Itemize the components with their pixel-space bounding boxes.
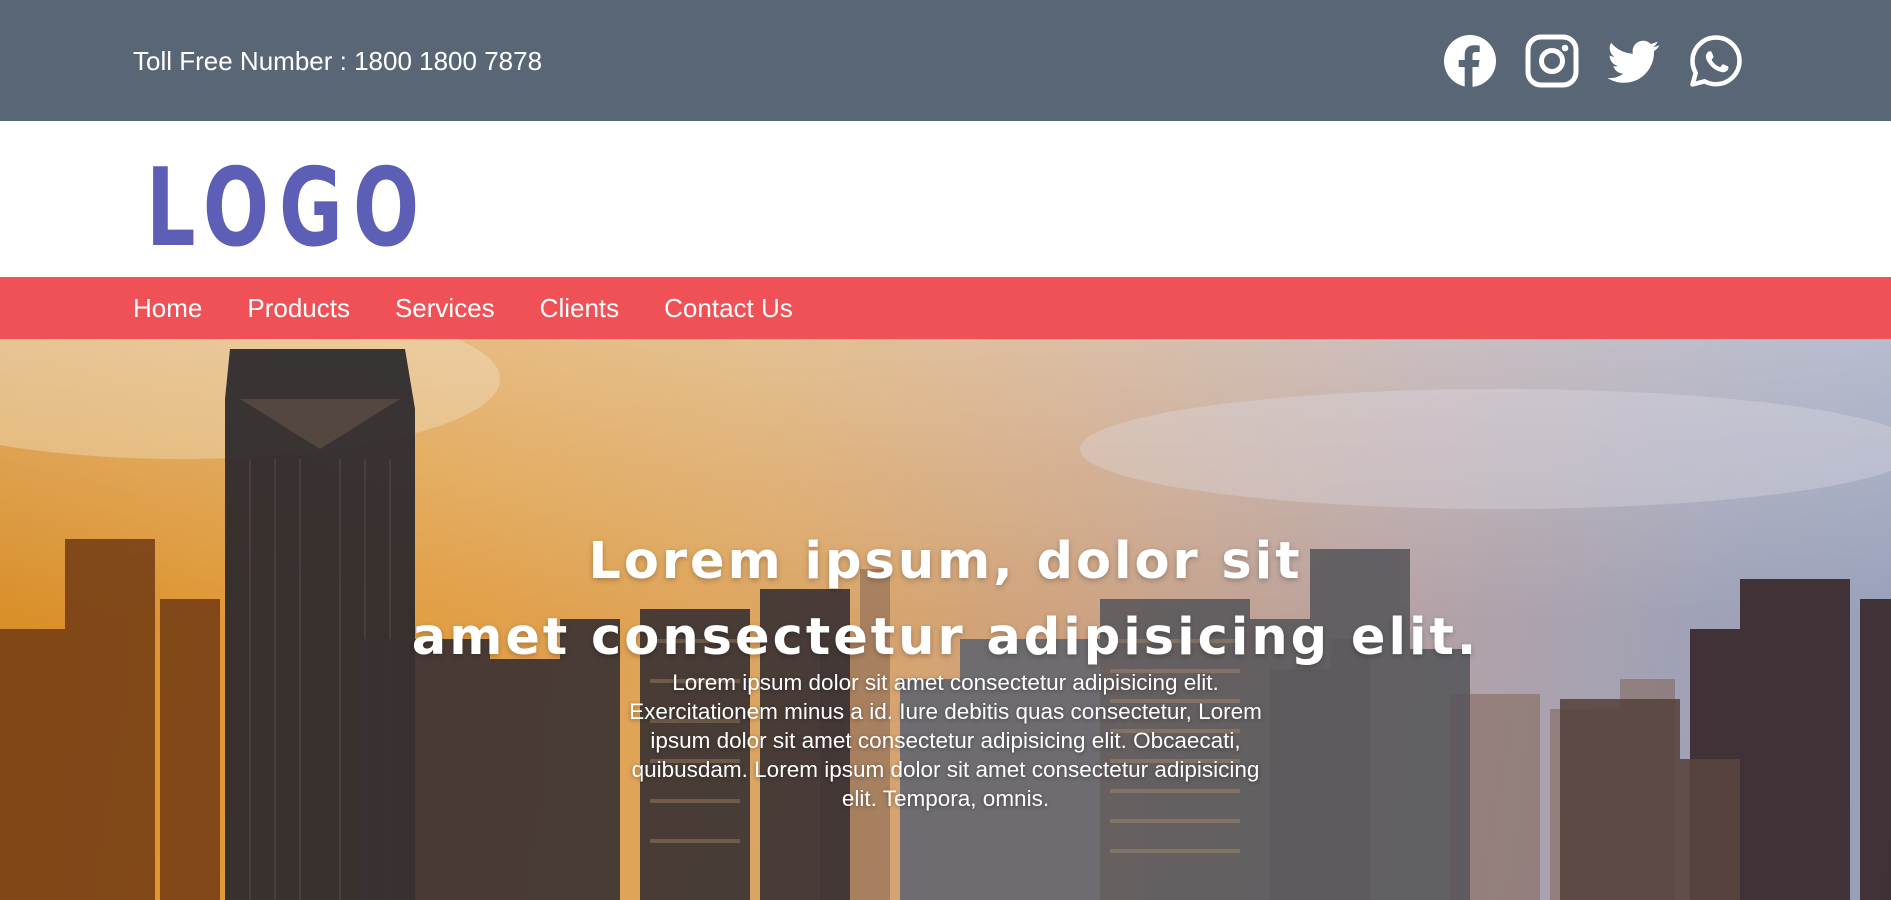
- hero-title-line-2: amet consectetur adipisicing elit.: [411, 608, 1480, 667]
- nav-item-services[interactable]: Services: [395, 293, 495, 323]
- nav-item-contact-us[interactable]: Contact Us: [664, 293, 793, 323]
- main-nav: Home Products Services Clients Contact U…: [0, 277, 1891, 339]
- hero-title-line-1: Lorem ipsum, dolor sit: [588, 532, 1303, 591]
- nav-item-clients[interactable]: Clients: [540, 293, 619, 323]
- nav-item-products[interactable]: Products: [247, 293, 350, 323]
- instagram-icon[interactable]: [1525, 34, 1579, 88]
- logo-band: LOGO: [0, 121, 1891, 277]
- twitter-icon[interactable]: [1607, 34, 1661, 88]
- logo[interactable]: LOGO: [146, 155, 429, 263]
- toll-free-number: Toll Free Number : 1800 1800 7878: [133, 46, 543, 76]
- social-links: [1443, 34, 1743, 88]
- whatsapp-icon[interactable]: [1689, 34, 1743, 88]
- hero-description: Lorem ipsum dolor sit amet consectetur a…: [629, 670, 1262, 811]
- nav-item-home[interactable]: Home: [133, 293, 202, 323]
- top-bar: Toll Free Number : 1800 1800 7878: [0, 0, 1891, 121]
- hero-title: Lorem ipsum, dolor sit amet consectetur …: [0, 524, 1891, 676]
- facebook-icon[interactable]: [1443, 34, 1497, 88]
- hero-banner: Lorem ipsum, dolor sit amet consectetur …: [0, 339, 1891, 900]
